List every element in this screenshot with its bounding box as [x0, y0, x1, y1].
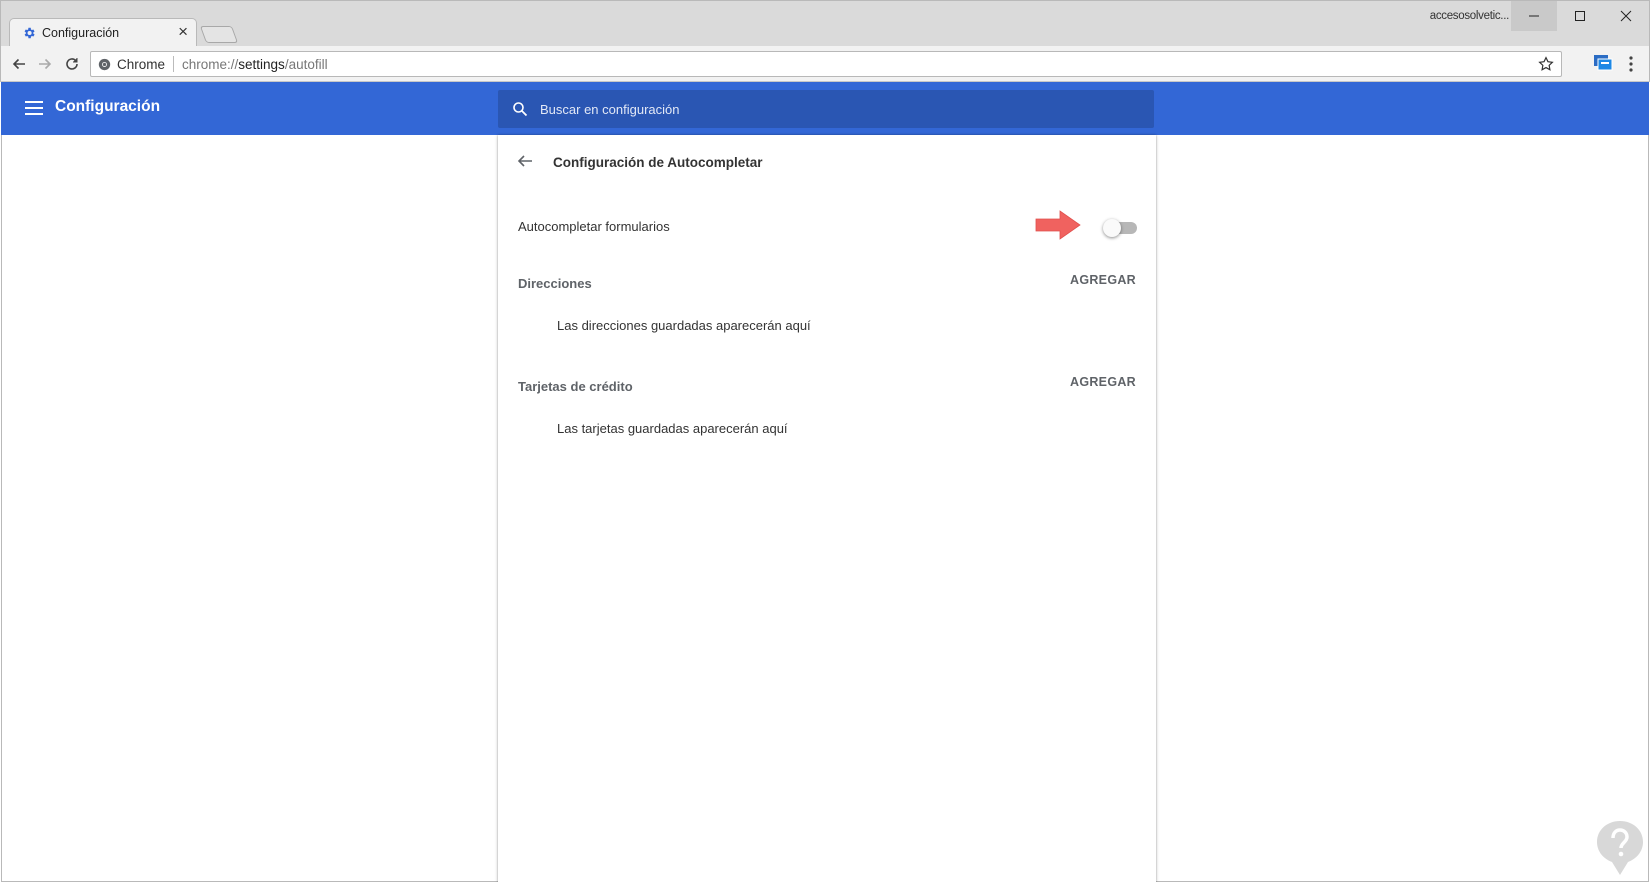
subpage-title: Configuración de Autocompletar [553, 155, 763, 170]
gear-icon [24, 27, 35, 39]
forward-button[interactable] [34, 53, 56, 75]
browser-toolbar: Chrome chrome://settings/autofill [0, 46, 1650, 82]
settings-main: Configuración de Autocompletar Autocompl… [1, 135, 1649, 882]
chrome-logo-icon [98, 58, 111, 71]
arrow-back-icon[interactable] [516, 152, 534, 170]
tab-close-button[interactable]: × [178, 23, 188, 41]
maximize-button[interactable] [1557, 1, 1603, 31]
omnibox-separator [173, 56, 174, 72]
browser-titlebar: Configuración × accesosolvetic... [0, 0, 1650, 47]
close-window-button[interactable] [1603, 1, 1649, 31]
autofill-forms-toggle[interactable] [1103, 219, 1137, 237]
url-path: /autofill [284, 57, 328, 72]
url-text[interactable]: chrome://settings/autofill [182, 57, 328, 72]
toggle-knob [1103, 219, 1121, 237]
tab-title: Configuración [42, 26, 120, 40]
settings-header: Configuración [1, 82, 1649, 135]
site-label: Chrome [117, 57, 166, 72]
search-input[interactable] [540, 90, 1140, 128]
autofill-forms-label: Autocompletar formularios [518, 219, 670, 234]
search-box[interactable] [498, 90, 1154, 128]
more-vert-icon[interactable] [1626, 53, 1636, 75]
minimize-button[interactable] [1511, 1, 1557, 31]
maximize-icon [1575, 11, 1585, 21]
arrow-right-icon [39, 58, 52, 70]
credit-cards-empty-text: Las tarjetas guardadas aparecerán aquí [557, 421, 788, 436]
addresses-header: Direcciones [518, 276, 592, 291]
back-button[interactable] [8, 53, 30, 75]
address-bar[interactable]: Chrome chrome://settings/autofill [90, 51, 1562, 77]
watermark-logo-icon [1597, 821, 1643, 875]
extension-icon[interactable] [1593, 54, 1613, 72]
star-icon[interactable] [1537, 55, 1555, 73]
tab-configuracion[interactable]: Configuración × [9, 18, 197, 47]
pointer-arrow-icon [1035, 210, 1081, 240]
autofill-subpage-card: Configuración de Autocompletar Autocompl… [498, 135, 1156, 882]
reload-icon [66, 58, 78, 70]
new-tab-button[interactable] [199, 26, 239, 43]
add-credit-card-button[interactable]: AGREGAR [1070, 375, 1136, 389]
close-icon [1620, 10, 1632, 22]
url-host: settings [238, 57, 285, 72]
arrow-left-icon [12, 58, 25, 70]
minimize-icon [1529, 15, 1539, 17]
add-address-button[interactable]: AGREGAR [1070, 273, 1136, 287]
credit-cards-header: Tarjetas de crédito [518, 379, 633, 394]
profile-name[interactable]: accesosolvetic... [1430, 10, 1510, 22]
url-scheme: chrome:// [182, 57, 239, 72]
reload-button[interactable] [61, 53, 83, 75]
addresses-empty-text: Las direcciones guardadas aparecerán aqu… [557, 318, 811, 333]
menu-icon[interactable] [25, 100, 43, 116]
page-title: Configuración [55, 98, 161, 115]
search-icon [513, 102, 528, 117]
